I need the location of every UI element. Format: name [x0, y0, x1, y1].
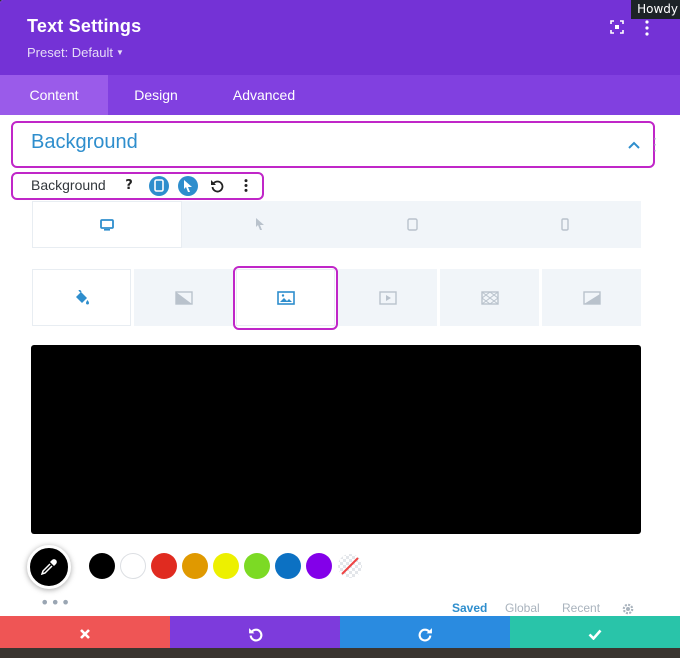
mask-icon: [582, 290, 601, 305]
modal-title: Text Settings: [27, 16, 142, 36]
kebab-icon[interactable]: [236, 176, 256, 196]
swatch-red[interactable]: [151, 553, 177, 579]
modal-header: Text Settings Preset: Default ▼: [0, 0, 680, 75]
check-icon: [588, 629, 602, 640]
responsive-icon[interactable]: [149, 176, 169, 196]
video-icon: [378, 290, 397, 305]
palette-tab-global[interactable]: Global: [505, 601, 540, 615]
swatch-purple[interactable]: [306, 553, 332, 579]
desktop-icon: [100, 218, 114, 231]
video-tab[interactable]: [338, 269, 437, 326]
background-option-row: Background ?: [11, 172, 264, 200]
admin-greeting[interactable]: Howdy: [631, 0, 680, 19]
more-swatches-icon[interactable]: •••: [40, 595, 71, 611]
section-menu-icon[interactable]: · · ·: [653, 133, 657, 157]
settings-tabs: Content Design Advanced: [0, 75, 680, 115]
tablet-icon: [406, 218, 418, 231]
background-section-toggle[interactable]: Background: [11, 121, 655, 168]
redo-button[interactable]: [340, 616, 510, 648]
swatch-orange[interactable]: [182, 553, 208, 579]
close-icon: [80, 629, 90, 639]
save-button[interactable]: [510, 616, 680, 648]
image-icon: [276, 290, 295, 305]
no-color-icon: [338, 554, 362, 578]
swatch-black[interactable]: [89, 553, 115, 579]
preset-label: Preset: Default: [27, 45, 113, 60]
image-tab[interactable]: [236, 269, 335, 326]
swatch-blue[interactable]: [275, 553, 301, 579]
pattern-icon: [480, 290, 499, 305]
color-tab[interactable]: [32, 269, 131, 326]
palette-tab-recent[interactable]: Recent: [562, 601, 600, 615]
undo-button[interactable]: [170, 616, 340, 648]
phone-tab[interactable]: [489, 201, 641, 248]
option-label: Background: [31, 177, 106, 193]
text-settings-modal: Text Settings Preset: Default ▼ Content D…: [0, 0, 680, 648]
background-type-tabs: [32, 269, 641, 326]
palette-tab-saved[interactable]: Saved: [452, 601, 487, 615]
tab-advanced[interactable]: Advanced: [204, 75, 324, 115]
caret-down-icon: ▼: [116, 48, 124, 57]
desktop-tab[interactable]: [32, 201, 182, 248]
device-tabs: [32, 201, 641, 248]
background-color-preview[interactable]: [31, 345, 641, 534]
gradient-icon: [174, 290, 193, 305]
pattern-tab[interactable]: [440, 269, 539, 326]
help-icon[interactable]: ?: [119, 176, 139, 196]
color-icon: [75, 290, 89, 305]
discard-button[interactable]: [0, 616, 170, 648]
hover-pointer-icon: [255, 218, 264, 230]
mask-tab[interactable]: [542, 269, 641, 326]
swatch-none[interactable]: [337, 553, 363, 579]
tablet-tab[interactable]: [337, 201, 487, 248]
section-title: Background: [31, 131, 138, 153]
swatch-green[interactable]: [244, 553, 270, 579]
phone-icon: [561, 218, 569, 231]
more-options-icon[interactable]: [644, 20, 650, 39]
eyedropper-icon: [40, 559, 57, 576]
gradient-tab[interactable]: [134, 269, 233, 326]
modal-footer: [0, 616, 680, 648]
swatch-yellow[interactable]: [213, 553, 239, 579]
swatch-white[interactable]: [120, 553, 146, 579]
hover-icon[interactable]: [178, 176, 198, 196]
hover-tab[interactable]: [184, 201, 335, 248]
reset-icon[interactable]: [207, 176, 227, 196]
page-backdrop-bottom: [0, 648, 680, 658]
preset-selector[interactable]: Preset: Default ▼: [27, 45, 124, 60]
undo-icon: [248, 627, 262, 641]
tab-content[interactable]: Content: [0, 75, 108, 115]
chevron-up-icon[interactable]: [627, 135, 641, 154]
fullscreen-icon[interactable]: [610, 20, 624, 37]
redo-icon: [418, 627, 432, 641]
tab-design[interactable]: Design: [108, 75, 204, 115]
eyedropper-button[interactable]: [27, 545, 71, 589]
